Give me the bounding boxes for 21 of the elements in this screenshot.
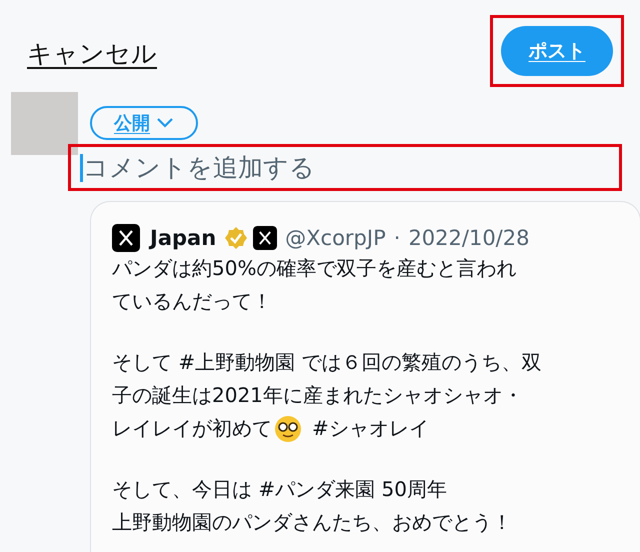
- comment-field[interactable]: コメントを追加する: [83, 153, 583, 182]
- post-text: そして #上野動物園 では６回の繁殖のうち、双: [112, 349, 542, 376]
- post-text: レイレイが初めて: [112, 415, 272, 442]
- x-logo-icon: [112, 224, 140, 252]
- post-text: そして、今日は #パンダ来園 50周年: [112, 476, 447, 503]
- chevron-down-icon: [156, 117, 174, 129]
- quoted-post-card[interactable]: Japan @XcorpJP · 2022/10/28 パンダは約50%の確率で双子を産むと言われ ているんだって！ そして #上野動物園 では６回の繁殖のうち、双 子の誕生は2021年に産まれたシャオシャオ・ レイレイが初めて #シャオレイ そして、今日は #パンダ来園 50周年 上野動物園のパンダさんたち、おめでとう！: [90, 201, 640, 552]
- handle: @XcorpJP: [285, 226, 386, 250]
- post-date: 2022/10/28: [408, 226, 530, 250]
- x-logo-icon: [253, 226, 278, 250]
- display-name: Japan: [150, 226, 216, 250]
- text-cursor: [80, 154, 83, 182]
- post-text: パンダは約50%の確率で双子を産むと言われ: [112, 255, 516, 282]
- separator: ·: [394, 226, 400, 250]
- cancel-link[interactable]: キャンセル: [27, 36, 157, 70]
- emoji-icon: [274, 414, 302, 442]
- post-text: 子の誕生は2021年に産まれたシャオシャオ・: [112, 382, 523, 409]
- post-text: ているんだって！: [112, 288, 272, 315]
- post-text: 上野動物園のパンダさんたち、おめでとう！: [112, 509, 512, 536]
- avatar: [11, 92, 78, 155]
- post-text: #シャオレイ: [312, 415, 429, 442]
